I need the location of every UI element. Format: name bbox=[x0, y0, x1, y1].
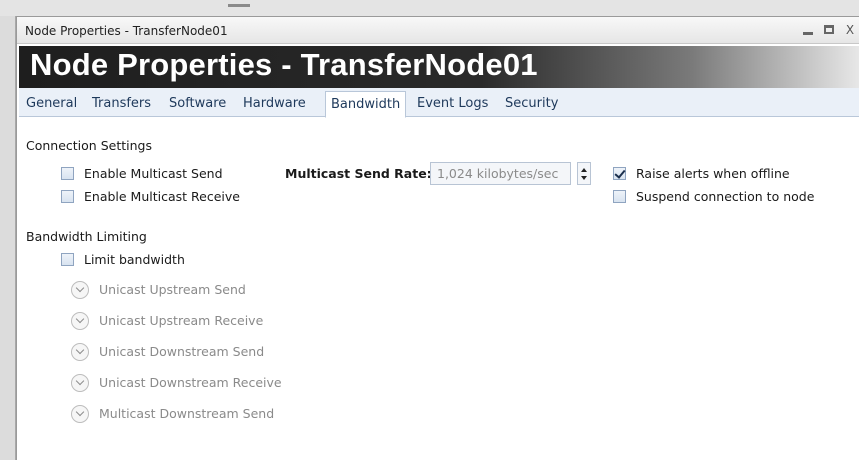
header-banner: Node Properties - TransferNode01 bbox=[19, 46, 859, 88]
limit-bandwidth-checkbox[interactable] bbox=[61, 253, 74, 266]
close-button[interactable]: X bbox=[840, 21, 859, 39]
minimize-button[interactable] bbox=[798, 21, 818, 39]
unicast-upstream-receive-label: Unicast Upstream Receive bbox=[99, 313, 264, 328]
page-title: Node Properties - TransferNode01 bbox=[30, 47, 538, 82]
enable-multicast-receive-label: Enable Multicast Receive bbox=[84, 189, 240, 204]
spin-up-icon[interactable] bbox=[581, 168, 587, 172]
maximize-icon bbox=[824, 25, 834, 34]
tab-general[interactable]: General bbox=[26, 96, 77, 111]
background-accent bbox=[228, 4, 250, 7]
tab-software[interactable]: Software bbox=[169, 96, 226, 111]
unicast-upstream-send-label: Unicast Upstream Send bbox=[99, 282, 246, 297]
title-bar[interactable]: Node Properties - TransferNode01 X bbox=[17, 17, 859, 44]
tab-strip: General Transfers Software Hardware Band… bbox=[19, 88, 859, 118]
multicast-send-rate-input[interactable]: 1,024 kilobytes/sec bbox=[430, 162, 571, 185]
background-window-top bbox=[0, 0, 859, 16]
tab-security[interactable]: Security bbox=[505, 96, 558, 111]
node-properties-window: Node Properties - TransferNode01 X Node … bbox=[16, 16, 859, 460]
multicast-send-rate-spinner[interactable] bbox=[577, 162, 591, 185]
enable-multicast-send-checkbox[interactable] bbox=[61, 167, 74, 180]
background-window-edge bbox=[0, 0, 16, 460]
tab-event-logs[interactable]: Event Logs bbox=[417, 96, 488, 111]
limit-bandwidth-label: Limit bandwidth bbox=[84, 252, 185, 267]
close-icon: X bbox=[845, 23, 855, 37]
minimize-icon bbox=[803, 32, 813, 35]
multicast-send-rate-label: Multicast Send Rate: bbox=[285, 166, 432, 181]
multicast-downstream-send-expander[interactable] bbox=[71, 405, 89, 423]
unicast-downstream-receive-label: Unicast Downstream Receive bbox=[99, 375, 282, 390]
tab-hardware[interactable]: Hardware bbox=[243, 96, 306, 111]
unicast-downstream-send-label: Unicast Downstream Send bbox=[99, 344, 265, 359]
maximize-button[interactable] bbox=[819, 21, 839, 39]
tab-bandwidth[interactable]: Bandwidth bbox=[325, 91, 407, 118]
suspend-connection-checkbox[interactable] bbox=[613, 190, 626, 203]
raise-alerts-checkbox[interactable] bbox=[613, 167, 626, 180]
enable-multicast-send-label: Enable Multicast Send bbox=[84, 166, 223, 181]
spin-down-icon[interactable] bbox=[581, 176, 587, 180]
raise-alerts-label: Raise alerts when offline bbox=[636, 166, 790, 181]
unicast-downstream-receive-expander[interactable] bbox=[71, 374, 89, 392]
window-title: Node Properties - TransferNode01 bbox=[25, 24, 228, 38]
tab-transfers[interactable]: Transfers bbox=[92, 96, 151, 111]
unicast-downstream-send-expander[interactable] bbox=[71, 343, 89, 361]
unicast-upstream-send-expander[interactable] bbox=[71, 281, 89, 299]
enable-multicast-receive-checkbox[interactable] bbox=[61, 190, 74, 203]
suspend-connection-label: Suspend connection to node bbox=[636, 189, 815, 204]
connection-settings-heading: Connection Settings bbox=[26, 138, 152, 153]
bandwidth-limiting-heading: Bandwidth Limiting bbox=[26, 229, 147, 244]
multicast-downstream-send-label: Multicast Downstream Send bbox=[99, 406, 275, 421]
unicast-upstream-receive-expander[interactable] bbox=[71, 312, 89, 330]
